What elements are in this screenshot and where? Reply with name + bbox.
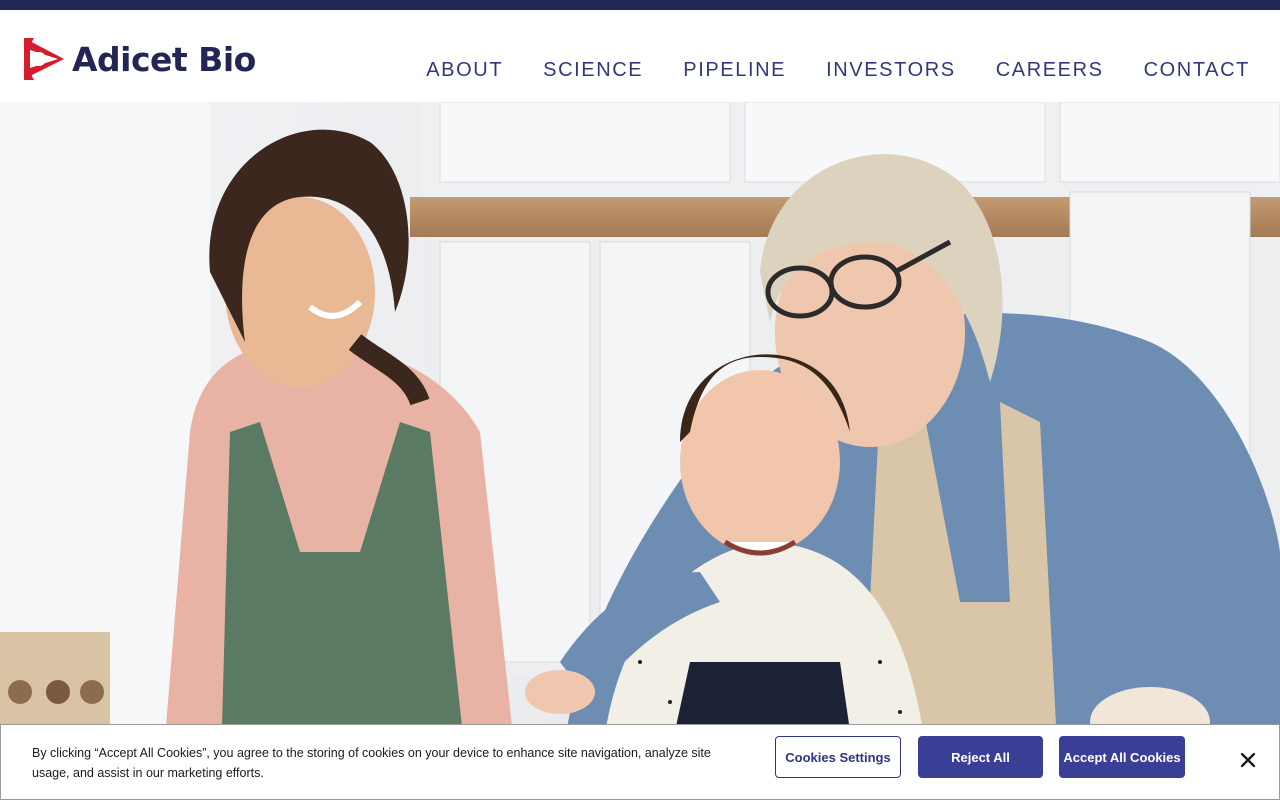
- logo-text: Adicet Bio: [72, 39, 256, 79]
- hero-image: [0, 102, 1280, 800]
- main-nav: ABOUT SCIENCE PIPELINE INVESTORS CAREERS…: [426, 58, 1250, 82]
- hero-photo-illustration: [0, 102, 1280, 800]
- adicet-logo-icon: [24, 38, 64, 80]
- nav-careers[interactable]: CAREERS: [996, 58, 1104, 82]
- nav-contact[interactable]: CONTACT: [1144, 58, 1250, 82]
- accept-all-cookies-button[interactable]: Accept All Cookies: [1059, 736, 1185, 778]
- logo-link[interactable]: Adicet Bio: [20, 36, 256, 82]
- nav-about[interactable]: ABOUT: [426, 58, 503, 82]
- site-header: Adicet Bio ABOUT SCIENCE PIPELINE INVEST…: [0, 10, 1280, 102]
- nav-science[interactable]: SCIENCE: [543, 58, 643, 82]
- cookie-consent-text: By clicking “Accept All Cookies”, you ag…: [32, 746, 711, 780]
- cookies-settings-button[interactable]: Cookies Settings: [775, 736, 901, 778]
- close-banner-button[interactable]: [1237, 749, 1259, 771]
- top-accent-strip: [0, 0, 1280, 10]
- nav-pipeline[interactable]: PIPELINE: [683, 58, 786, 82]
- nav-investors[interactable]: INVESTORS: [826, 58, 956, 82]
- cookie-consent-banner: By clicking “Accept All Cookies”, you ag…: [0, 724, 1280, 800]
- close-icon: [1241, 753, 1255, 767]
- reject-all-button[interactable]: Reject All: [918, 736, 1043, 778]
